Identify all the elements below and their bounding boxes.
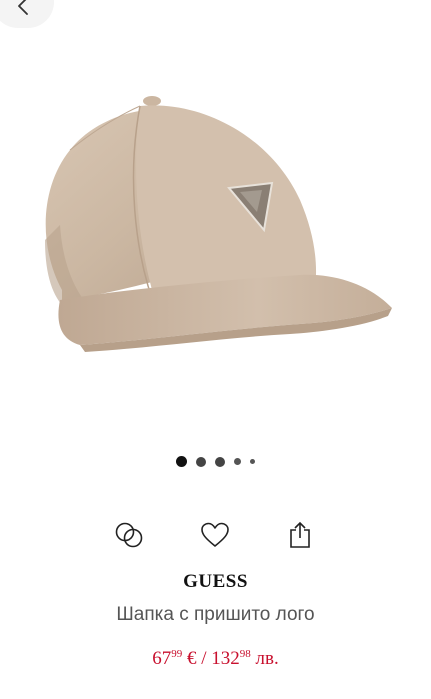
product-actions bbox=[0, 515, 431, 555]
compare-button[interactable] bbox=[109, 515, 149, 555]
cap-image bbox=[45, 96, 392, 352]
product-price: 6799 € / 13298 лв. bbox=[0, 648, 431, 670]
product-title: Шапка с пришито лого bbox=[116, 604, 315, 625]
price-bgn-symbol: лв. bbox=[250, 648, 279, 669]
price-eur-main: 67 bbox=[152, 648, 172, 669]
pagination-dot[interactable] bbox=[215, 456, 225, 467]
share-button[interactable] bbox=[280, 515, 320, 555]
wishlist-button[interactable] bbox=[195, 515, 235, 555]
heart-icon bbox=[201, 522, 229, 547]
price-eur-cents: 99 bbox=[171, 648, 183, 660]
compare-icon bbox=[115, 522, 143, 548]
pagination-dot[interactable] bbox=[250, 459, 255, 464]
pagination-dot[interactable] bbox=[234, 458, 241, 465]
back-button[interactable] bbox=[0, 0, 54, 28]
pagination-dot[interactable] bbox=[196, 456, 206, 467]
price-bgn-main: 132 bbox=[211, 648, 240, 669]
image-pagination bbox=[0, 456, 431, 467]
brand-name[interactable]: GUESS bbox=[0, 571, 431, 593]
pagination-dot-active[interactable] bbox=[176, 456, 187, 467]
price-bgn-cents: 98 bbox=[239, 648, 251, 660]
share-icon bbox=[290, 521, 310, 548]
chevron-left-icon bbox=[18, 0, 28, 15]
product-image[interactable] bbox=[0, 40, 431, 440]
price-eur-symbol: € / bbox=[182, 648, 212, 669]
